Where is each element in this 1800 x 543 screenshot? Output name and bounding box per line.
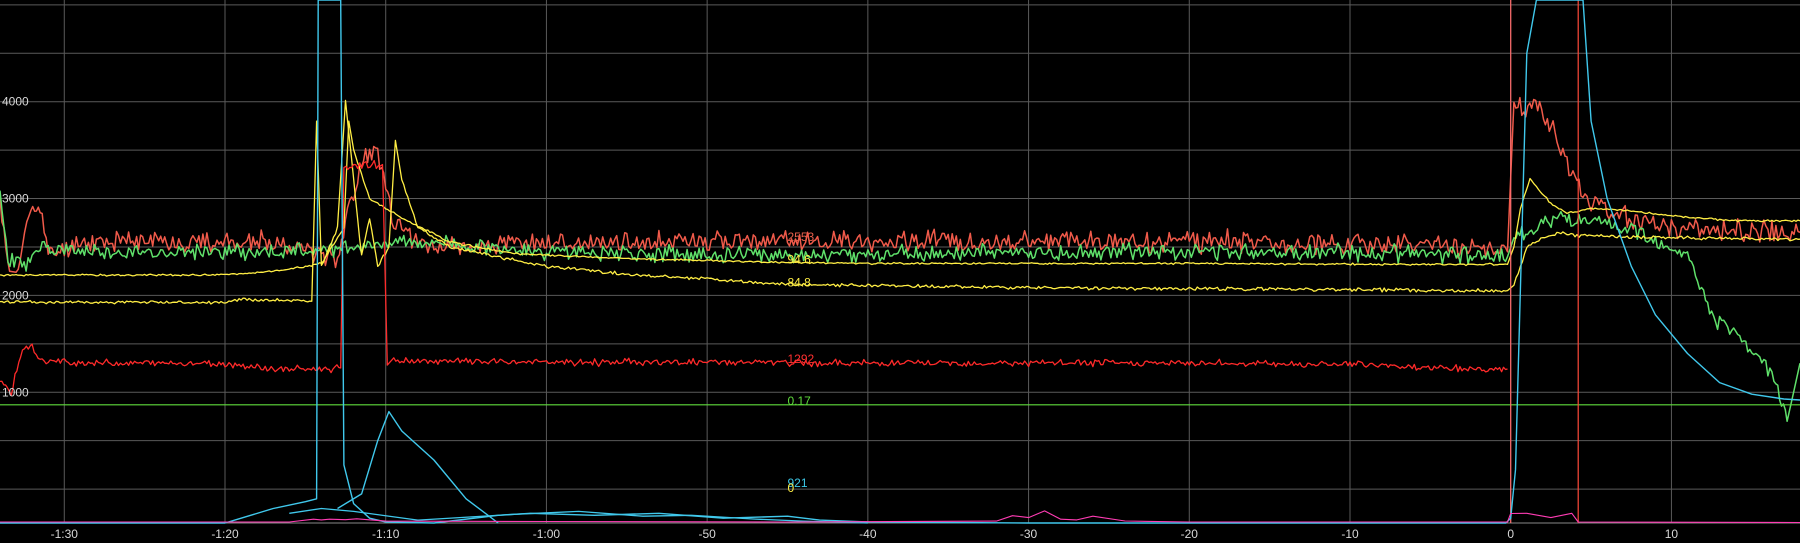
x-tick-label: -50 xyxy=(698,527,716,541)
cursor-value-1: 94.6 xyxy=(788,252,812,266)
x-tick-label: -20 xyxy=(1181,527,1199,541)
cursor-labels: 255394.684.812920.179210 xyxy=(788,230,815,495)
series-group xyxy=(0,0,1800,524)
axis-ticks: -1:30 -1:20 -1:10 -1:00 -50 -40 -30 -20 -10 0 10 10… xyxy=(2,95,1678,541)
y-tick-label: 1000 xyxy=(2,385,29,399)
series-line-11 xyxy=(0,510,1800,524)
x-tick-label: -1:10 xyxy=(372,527,400,541)
x-tick-label: -10 xyxy=(1341,527,1359,541)
telemetry-chart: 2553 94.6 84.8 1292 0.17 921 0 -1:30 -1:20 -1:10… xyxy=(0,0,1800,543)
x-tick-label: -40 xyxy=(859,527,877,541)
x-tick-label: -1:00 xyxy=(533,527,561,541)
series-line-3 xyxy=(0,99,1800,305)
y-tick-label: 3000 xyxy=(2,192,29,206)
series-line-4 xyxy=(0,159,1508,396)
series-line-1 xyxy=(0,190,1800,423)
x-tick-label: 10 xyxy=(1665,527,1679,541)
y-tick-label: 2000 xyxy=(2,288,29,302)
chart-canvas: 255394.684.812920.179210 -1:30 -1:20 -1:10… xyxy=(0,0,1800,541)
cursor-value-0: 2553 xyxy=(788,230,815,244)
x-tick-label: -1:20 xyxy=(211,527,239,541)
cursor-value-3: 1292 xyxy=(788,352,815,366)
x-tick-label: -1:30 xyxy=(51,527,79,541)
grid xyxy=(0,0,1800,524)
y-tick-label: 4000 xyxy=(2,95,29,109)
cursor-value-4: 0.17 xyxy=(788,394,812,408)
series-line-8 xyxy=(0,0,1800,524)
series-line-9 xyxy=(337,410,499,524)
x-tick-label: -30 xyxy=(1020,527,1038,541)
cursor-value-6: 0 xyxy=(788,481,795,495)
series-line-0 xyxy=(0,96,1800,273)
x-tick-label: 0 xyxy=(1507,527,1514,541)
cursor-value-2: 84.8 xyxy=(788,276,812,290)
